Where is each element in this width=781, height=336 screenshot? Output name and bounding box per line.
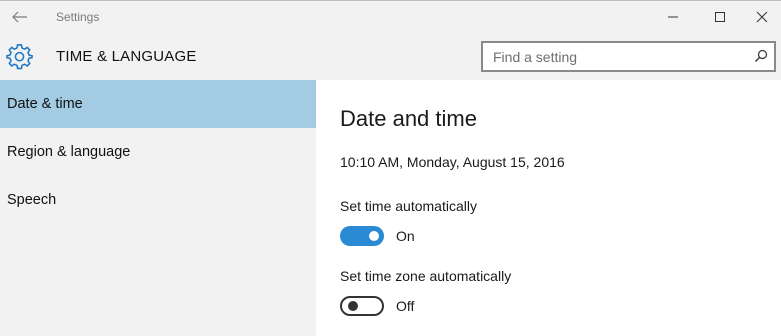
back-button[interactable] xyxy=(6,4,34,30)
sidebar-item-label: Speech xyxy=(7,192,57,208)
title-bar: Settings xyxy=(0,0,781,32)
gear-icon xyxy=(6,44,33,70)
minimize-button[interactable] xyxy=(650,3,696,31)
settings-header: TIME & LANGUAGE xyxy=(0,32,781,80)
section-title: TIME & LANGUAGE xyxy=(56,48,197,65)
current-datetime: 10:10 AM, Monday, August 15, 2016 xyxy=(340,154,565,170)
sidebar-item-label: Region & language xyxy=(7,144,131,160)
sidebar-item-label: Date & time xyxy=(7,96,83,112)
search-box[interactable] xyxy=(481,41,776,72)
main-content: Date and time 10:10 AM, Monday, August 1… xyxy=(316,80,781,336)
toggle-knob xyxy=(369,231,379,241)
sidebar: Date & time Region & language Speech xyxy=(0,80,316,336)
maximize-icon xyxy=(715,12,725,22)
window-title: Settings xyxy=(56,10,100,24)
set-time-zone-automatically-toggle[interactable] xyxy=(340,296,384,316)
close-icon xyxy=(756,11,768,23)
back-arrow-icon xyxy=(12,11,27,23)
toggle-knob xyxy=(348,301,358,311)
toggle-state-label: Off xyxy=(396,298,415,314)
set-time-automatically-toggle[interactable] xyxy=(340,226,384,246)
maximize-button[interactable] xyxy=(697,3,743,31)
sidebar-item-speech[interactable]: Speech xyxy=(0,176,316,224)
page-title: Date and time xyxy=(340,106,477,131)
sidebar-item-date-time[interactable]: Date & time xyxy=(0,80,316,128)
minimize-icon xyxy=(668,16,678,18)
search-icon[interactable] xyxy=(754,49,768,63)
set-time-automatically-label: Set time automatically xyxy=(340,198,477,214)
toggle-state-label: On xyxy=(396,228,415,244)
search-input[interactable] xyxy=(483,43,743,70)
set-time-zone-automatically-label: Set time zone automatically xyxy=(340,268,512,284)
sidebar-item-region-language[interactable]: Region & language xyxy=(0,128,316,176)
close-button[interactable] xyxy=(743,3,781,31)
